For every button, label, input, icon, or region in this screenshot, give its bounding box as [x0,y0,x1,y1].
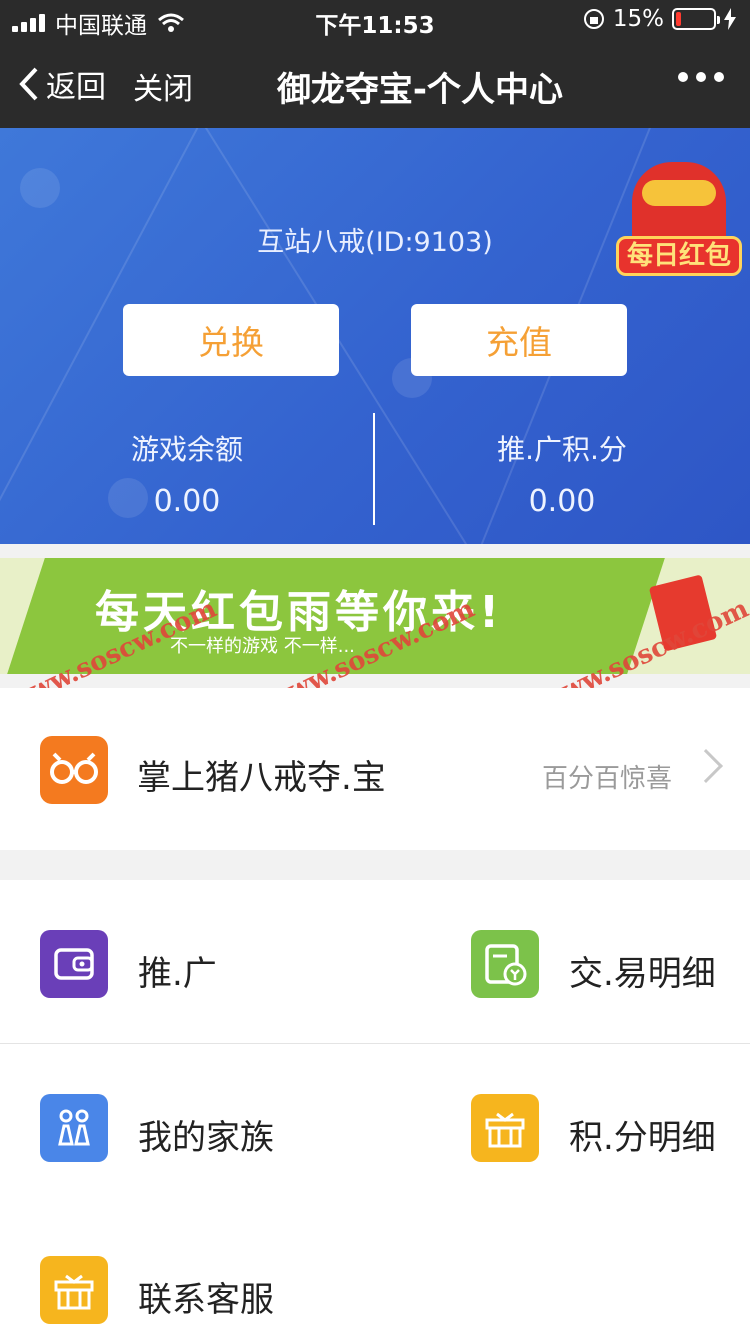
menu-grid: 推.广 交.易明细 我的家族 积.分明细 联系客服 [0,880,750,1334]
menu-item-label: 交.易明细 [569,954,716,994]
family-icon [40,1094,108,1162]
orientation-lock-icon [583,9,604,29]
menu-item-family[interactable]: 我的家族 [40,1058,360,1198]
menu-item-support[interactable]: 联系客服 [40,1220,360,1334]
exchange-button[interactable]: 兑换 [123,304,339,376]
status-right: 15% [583,6,736,32]
promo-points: 推.广积.分 0.00 [437,428,687,519]
battery-percent: 15% [612,6,664,32]
featured-label: 掌上猪八戒夺.宝 [137,758,386,798]
menu-item-label: 我的家族 [138,1118,274,1158]
game-balance-value: 0.00 [153,484,221,519]
divider [0,1043,750,1044]
featured-row[interactable]: 掌上猪八戒夺.宝 百分百惊喜 [0,688,750,850]
promo-points-label: 推.广积.分 [497,433,627,466]
battery-icon [672,8,720,30]
username: 互站八戒(ID:9103) [257,227,493,258]
chevron-right-icon [689,749,723,783]
page-title: 御龙夺宝-个人中心 [276,70,564,110]
menu-item-transactions[interactable]: 交.易明细 [471,894,741,1034]
game-balance: 游戏余额 0.00 [62,428,312,519]
wallet-icon [40,930,108,998]
gift-icon [40,1256,108,1324]
game-balance-label: 游戏余额 [130,433,243,466]
menu-item-promotion[interactable]: 推.广 [40,894,360,1034]
battery-level [676,12,681,26]
receipt-icon [471,930,539,998]
menu-item-points[interactable]: 积.分明细 [471,1058,741,1198]
menu-item-label: 推.广 [138,954,217,994]
profile-header: 每日红包 互站八戒(ID:9103) 兑换 充值 游戏余额 0.00 推.广积.… [0,128,750,544]
menu-item-label: 联系客服 [138,1280,274,1320]
promo-points-value: 0.00 [528,484,596,519]
gift-icon [471,1094,539,1162]
menu-item-label: 积.分明细 [569,1118,716,1158]
status-bar: 中国联通 下午11:53 15% [0,0,750,40]
stat-divider [373,413,375,525]
nav-bar: 返回 关闭 御龙夺宝-个人中心 [0,40,750,128]
more-menu-button[interactable] [678,72,724,82]
charging-icon [724,8,736,30]
glasses-icon [40,736,108,804]
banner-subline: 不一样的游戏 不一样... [170,636,355,657]
featured-hint: 百分百惊喜 [541,764,672,794]
recharge-button[interactable]: 充值 [411,304,627,376]
